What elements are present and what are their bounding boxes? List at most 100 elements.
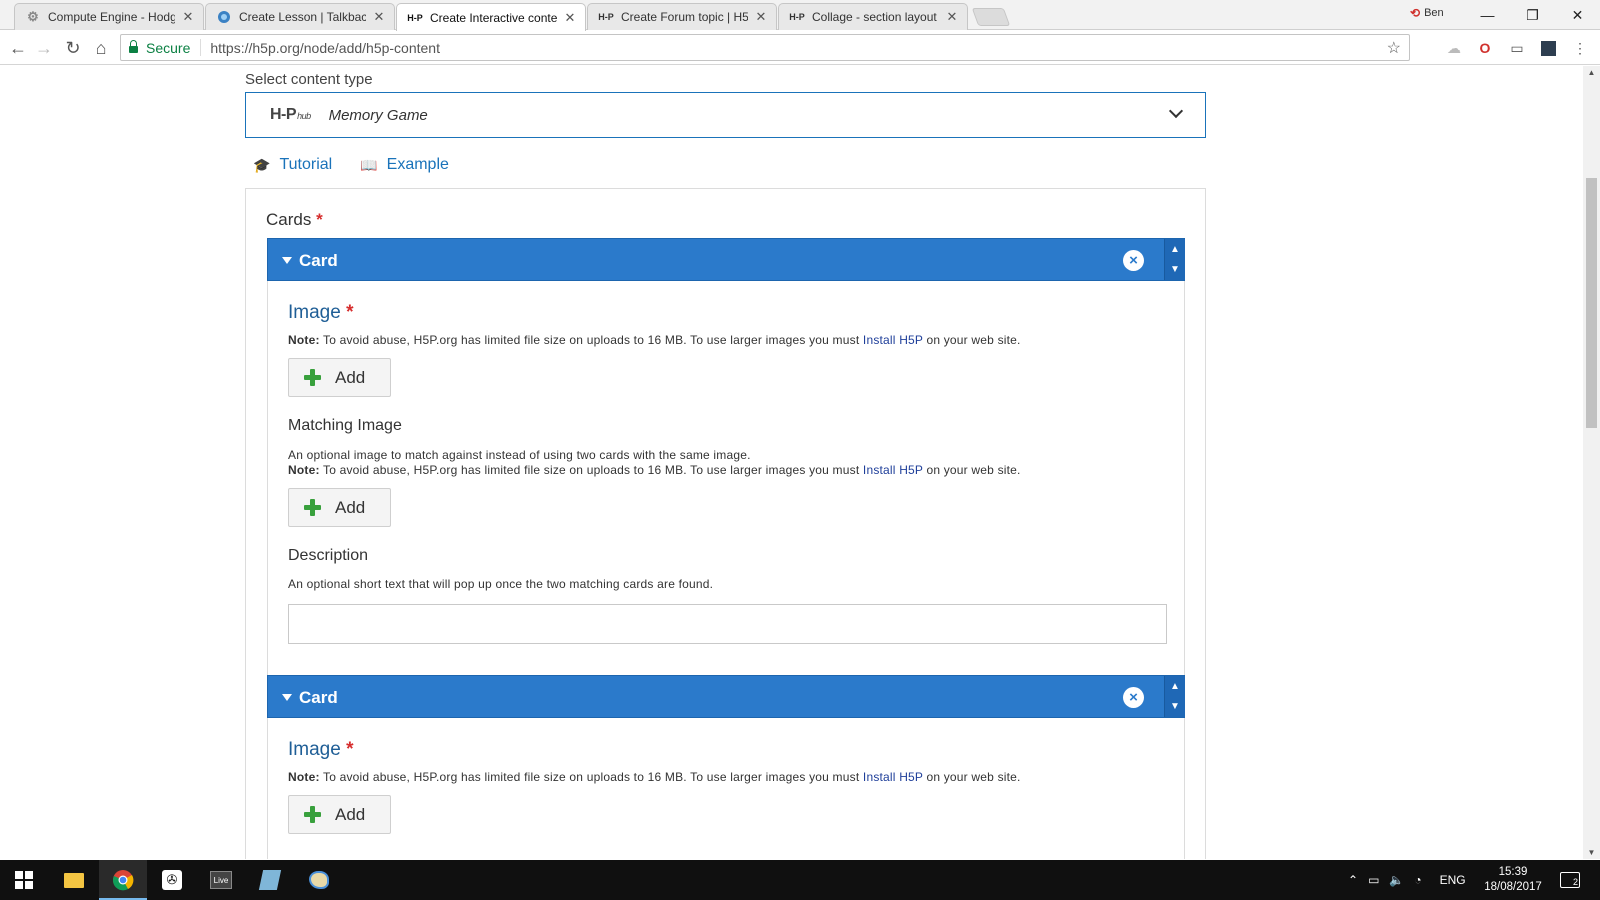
chrome-icon[interactable] — [99, 860, 147, 900]
add-label: Add — [335, 497, 366, 517]
language-indicator[interactable]: ENG — [1440, 873, 1466, 887]
tab-compute-engine[interactable]: ⚙ Compute Engine - Hodg ✕ — [14, 3, 204, 30]
tab-close-icon[interactable]: ✕ — [945, 9, 959, 25]
scroll-down-icon[interactable]: ▼ — [1583, 848, 1600, 857]
profile-name: Ben — [1424, 7, 1444, 19]
tab-close-icon[interactable]: ✕ — [372, 9, 386, 25]
reload-icon[interactable]: ↻ — [61, 36, 85, 60]
install-h5p-link[interactable]: Install H5P — [863, 770, 923, 784]
forward-icon[interactable]: → — [32, 36, 56, 60]
scroll-up-icon[interactable]: ▲ — [1583, 68, 1600, 77]
install-h5p-link[interactable]: Install H5P — [863, 463, 923, 477]
add-label: Add — [335, 804, 366, 824]
content-type-selector[interactable]: H-P hub Memory Game — [245, 92, 1206, 138]
page-scrollbar[interactable]: ▲ ▼ — [1583, 66, 1600, 859]
menu-icon[interactable]: ⋮ — [1570, 38, 1590, 58]
obs-icon[interactable]: ✇ — [148, 860, 196, 900]
add-image-button[interactable]: Add — [288, 795, 391, 834]
tab-create-interactive-content[interactable]: H-P Create Interactive conten ✕ — [396, 3, 586, 31]
tutorial-label: Tutorial — [279, 156, 333, 173]
lock-icon — [129, 40, 138, 53]
note-suffix: on your web site. — [922, 463, 1021, 477]
add-label: Add — [335, 367, 366, 387]
note-text: To avoid abuse, H5P.org has limited file… — [319, 770, 863, 784]
taskbar-clock[interactable]: 15:39 18/08/2017 — [1478, 865, 1548, 895]
move-down-icon[interactable]: ▼ — [1165, 696, 1185, 716]
h5p-hub-logo: H-P hub — [270, 106, 311, 124]
file-explorer-icon[interactable] — [50, 860, 98, 900]
new-tab-button[interactable] — [971, 8, 1011, 26]
collapse-caret-icon[interactable] — [282, 694, 292, 701]
address-bar[interactable]: Secure https://h5p.org/node/add/h5p-cont… — [120, 34, 1410, 61]
volume-icon[interactable]: 🔈 — [1389, 873, 1404, 887]
card-header[interactable]: Card × ▲ ▼ — [267, 675, 1185, 718]
matching-image-label: Matching Image — [288, 417, 402, 434]
profile-button[interactable]: ⟲ Ben — [1410, 6, 1444, 20]
selected-content-type: Memory Game — [328, 106, 428, 124]
bookmark-star-icon[interactable]: ☆ — [1387, 38, 1401, 58]
url-text[interactable]: https://h5p.org/node/add/h5p-content — [201, 40, 440, 56]
remove-card-icon[interactable]: × — [1123, 250, 1144, 271]
help-links: 🎓 Tutorial 📖 Example — [253, 156, 449, 174]
chevron-up-icon[interactable]: ⌃ — [1348, 873, 1358, 887]
notification-count: 2 — [1560, 872, 1580, 888]
tab-create-forum-topic[interactable]: H-P Create Forum topic | H5P ✕ — [587, 3, 777, 30]
plus-icon — [304, 499, 321, 516]
tab-close-icon[interactable]: ✕ — [563, 10, 577, 26]
extension-icon[interactable] — [1538, 38, 1558, 58]
matching-image-size-note: Note: To avoid abuse, H5P.org has limite… — [288, 463, 1021, 477]
minimize-icon[interactable]: — — [1465, 0, 1510, 30]
required-marker: * — [346, 739, 354, 760]
secure-indicator[interactable]: Secure — [121, 39, 202, 56]
required-marker: * — [346, 302, 354, 323]
browser-tab-strip: ⚙ Compute Engine - Hodg ✕ Create Lesson … — [0, 0, 1600, 31]
tab-close-icon[interactable]: ✕ — [181, 9, 195, 25]
system-tray: ⌃ ▭ 🔈 ◔ ENG — [1348, 860, 1466, 900]
card-header[interactable]: Card × ▲ ▼ — [267, 238, 1185, 281]
tab-list: ⚙ Compute Engine - Hodg ✕ Create Lesson … — [14, 3, 1011, 31]
book-icon: 📖 — [360, 156, 378, 173]
secure-label: Secure — [146, 39, 191, 56]
plus-icon — [304, 806, 321, 823]
tutorial-link[interactable]: 🎓 Tutorial — [253, 156, 332, 174]
start-button[interactable] — [0, 860, 48, 900]
example-link[interactable]: 📖 Example — [360, 156, 449, 174]
h5p-icon: H-P — [789, 12, 805, 22]
graduation-cap-icon: 🎓 — [253, 156, 271, 173]
tab-create-lesson[interactable]: Create Lesson | Talkback ✕ — [205, 3, 395, 30]
live-app-icon[interactable]: Live — [197, 860, 245, 900]
restore-icon[interactable]: ❐ — [1510, 0, 1555, 30]
cloud-extension-icon[interactable]: ☁ — [1444, 38, 1464, 58]
home-icon[interactable]: ⌂ — [89, 36, 113, 60]
install-h5p-link[interactable]: Install H5P — [863, 333, 923, 347]
cards-label-text: Cards — [266, 210, 312, 229]
back-icon[interactable]: ← — [6, 36, 30, 60]
tab-collage[interactable]: H-P Collage - section layout a ✕ — [778, 3, 968, 30]
move-down-icon[interactable]: ▼ — [1165, 259, 1185, 279]
move-up-icon[interactable]: ▲ — [1165, 239, 1185, 259]
notepad-icon[interactable] — [246, 860, 294, 900]
note-suffix: on your web site. — [922, 770, 1021, 784]
wifi-icon[interactable]: ◔ — [1414, 873, 1421, 887]
scrollbar-thumb[interactable] — [1586, 178, 1597, 428]
window-controls: — ❐ ✕ — [1465, 0, 1600, 30]
cast-icon[interactable]: ▭ — [1507, 38, 1527, 58]
window-close-icon[interactable]: ✕ — [1555, 0, 1600, 30]
description-input[interactable] — [288, 604, 1167, 644]
clock-date: 18/08/2017 — [1484, 881, 1542, 893]
image-field-label: Image * — [288, 302, 354, 324]
paint-icon[interactable] — [295, 860, 343, 900]
opera-extension-icon[interactable]: O — [1475, 38, 1495, 58]
collapse-caret-icon[interactable] — [282, 257, 292, 264]
move-up-icon[interactable]: ▲ — [1165, 676, 1185, 696]
example-label: Example — [386, 156, 449, 173]
action-center-icon[interactable]: 2 — [1560, 860, 1580, 900]
tab-title: Create Forum topic | H5P — [621, 10, 748, 24]
add-image-button[interactable]: Add — [288, 358, 391, 397]
tab-close-icon[interactable]: ✕ — [754, 9, 768, 25]
profile-icon: ⟲ — [1410, 6, 1421, 20]
add-matching-image-button[interactable]: Add — [288, 488, 391, 527]
card-order-controls: ▲ ▼ — [1164, 239, 1185, 280]
battery-icon[interactable]: ▭ — [1368, 873, 1379, 887]
remove-card-icon[interactable]: × — [1123, 687, 1144, 708]
